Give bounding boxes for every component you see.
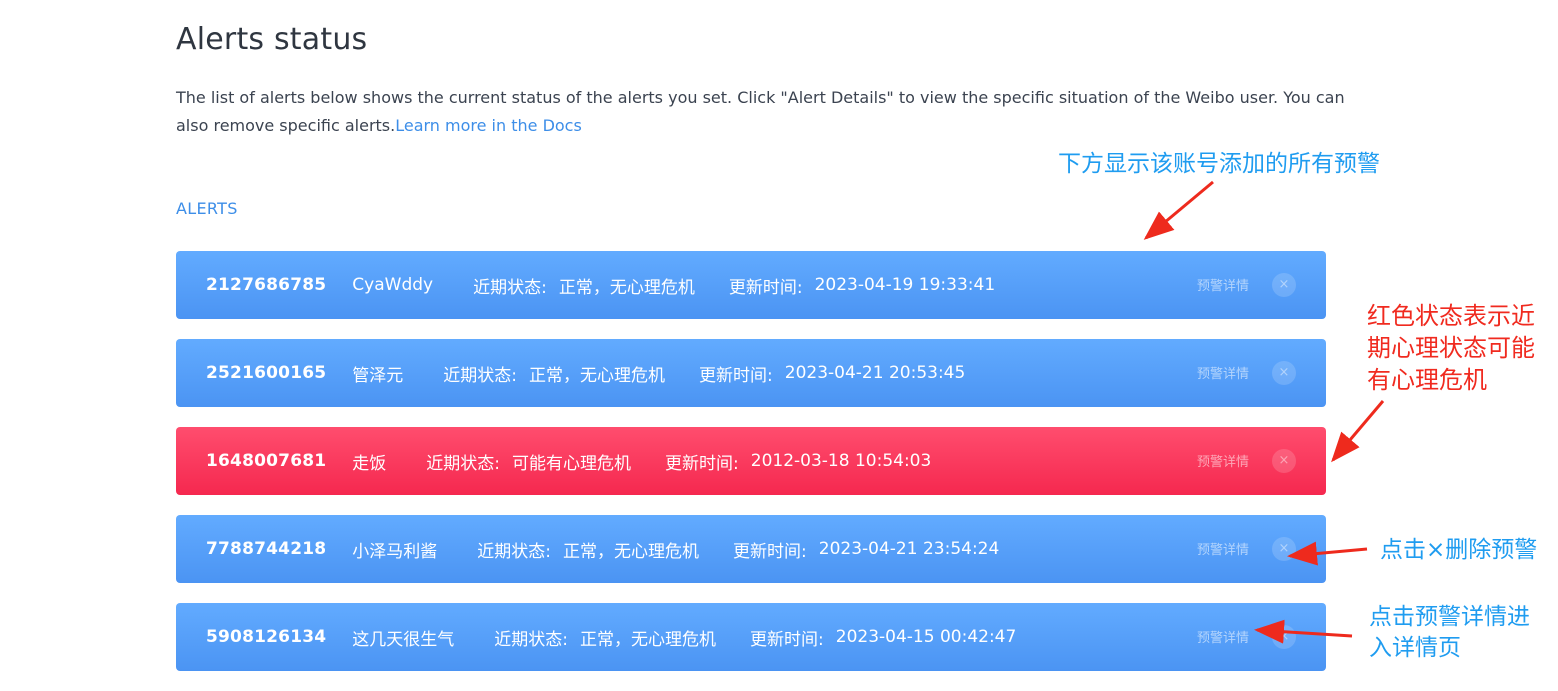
time-label: 更新时间: <box>733 541 807 562</box>
page-title: Alerts status <box>176 22 368 57</box>
time-label: 更新时间: <box>728 277 803 298</box>
alert-row-danger: 1648007681 走饭 近期状态: 可能有心理危机 更新时间: 2012-0… <box>176 427 1326 495</box>
alert-details-button[interactable]: 预警详情 <box>1197 363 1249 382</box>
time-label: 更新时间: <box>699 365 773 386</box>
status-label: 近期状态: <box>494 629 569 650</box>
time-value: 2012-03-18 10:54:03 <box>750 451 932 471</box>
intro-paragraph: The list of alerts below shows the curre… <box>176 84 1346 140</box>
status-label: 近期状态: <box>477 541 552 562</box>
alert-id: 5908126134 <box>206 627 327 647</box>
status-value: 正常，无心理危机 <box>529 365 666 386</box>
time-value: 2023-04-21 23:54:24 <box>818 539 1000 559</box>
close-icon[interactable]: × <box>1272 273 1296 297</box>
alerts-section-label: ALERTS <box>176 199 238 218</box>
close-icon[interactable]: × <box>1272 537 1296 561</box>
status-label: 近期状态: <box>426 453 501 474</box>
alert-name: CyaWddy <box>352 275 434 295</box>
alert-row: 2127686785 CyaWddy 近期状态: 正常，无心理危机 更新时间: … <box>176 251 1326 319</box>
docs-link[interactable]: Learn more in the Docs <box>395 116 582 135</box>
close-icon[interactable]: × <box>1272 449 1296 473</box>
close-icon[interactable]: × <box>1272 361 1296 385</box>
status-value: 可能有心理危机 <box>512 453 632 474</box>
alert-name: 小泽马利酱 <box>352 541 438 562</box>
time-label: 更新时间: <box>750 629 824 650</box>
status-label: 近期状态: <box>443 365 518 386</box>
time-value: 2023-04-19 19:33:41 <box>814 275 996 295</box>
status-value: 正常，无心理危机 <box>580 629 717 650</box>
status-value: 正常，无心理危机 <box>558 277 695 298</box>
time-value: 2023-04-15 00:42:47 <box>835 627 1017 647</box>
alert-id: 2521600165 <box>206 363 327 383</box>
alert-list: 2127686785 CyaWddy 近期状态: 正常，无心理危机 更新时间: … <box>176 251 1326 691</box>
alert-row: 2521600165 管泽元 近期状态: 正常，无心理危机 更新时间: 2023… <box>176 339 1326 407</box>
alert-row: 5908126134 这几天很生气 近期状态: 正常，无心理危机 更新时间: 2… <box>176 603 1326 671</box>
alert-id: 2127686785 <box>206 275 327 295</box>
alert-details-button[interactable]: 预警详情 <box>1197 451 1249 470</box>
alert-row: 7788744218 小泽马利酱 近期状态: 正常，无心理危机 更新时间: 20… <box>176 515 1326 583</box>
alert-details-button[interactable]: 预警详情 <box>1197 275 1249 294</box>
alert-details-button[interactable]: 预警详情 <box>1197 627 1249 646</box>
close-icon[interactable]: × <box>1272 625 1296 649</box>
time-label: 更新时间: <box>665 453 739 474</box>
arrow-to-danger-row <box>1331 400 1385 463</box>
annotation-details: 点击预警详情进入详情页 <box>1369 604 1530 661</box>
annotation-top: 下方显示该账号添加的所有预警 <box>1058 151 1380 177</box>
alert-name: 走饭 <box>352 453 387 474</box>
alert-id: 1648007681 <box>206 451 327 471</box>
alert-name: 管泽元 <box>352 365 404 386</box>
time-value: 2023-04-21 20:53:45 <box>784 363 966 383</box>
status-value: 正常，无心理危机 <box>563 541 700 562</box>
alert-id: 7788744218 <box>206 539 327 559</box>
annotation-red-status: 红色状态表示近期心理状态可能有心理危机 <box>1367 302 1535 394</box>
intro-text: The list of alerts below shows the curre… <box>176 88 1345 135</box>
annotation-delete: 点击×删除预警 <box>1380 537 1538 563</box>
alert-name: 这几天很生气 <box>352 629 455 650</box>
arrow-to-list <box>1143 180 1214 240</box>
alert-details-button[interactable]: 预警详情 <box>1197 539 1249 558</box>
status-label: 近期状态: <box>473 277 547 298</box>
